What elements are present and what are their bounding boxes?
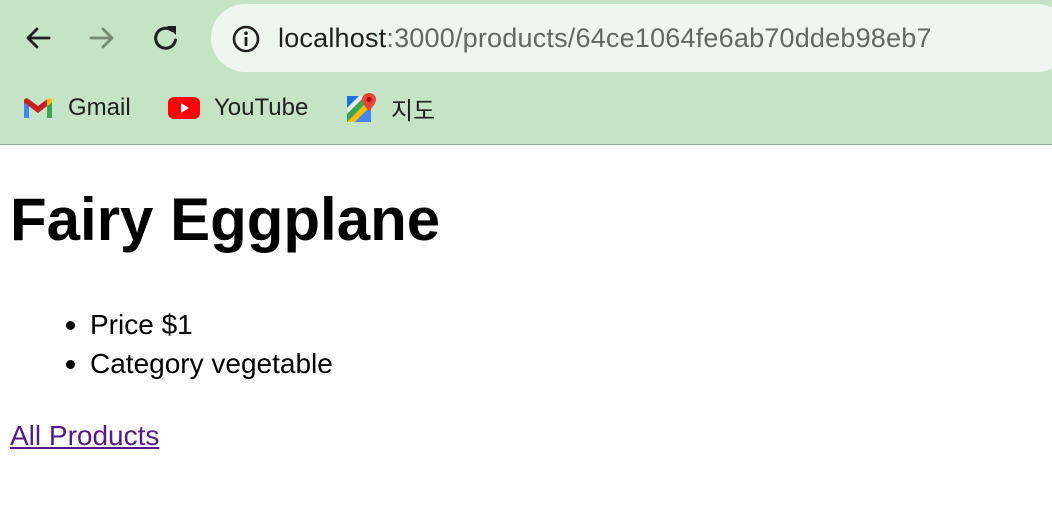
product-price: Price $1 (66, 305, 333, 344)
browser-toolbar: localhost:3000/products/64ce1064fe6ab70d… (0, 0, 1052, 145)
arrow-right-icon (89, 27, 114, 49)
url-host: localhost (278, 23, 387, 53)
bullet-icon (66, 321, 75, 330)
bookmark-label: Gmail (68, 94, 131, 121)
bookmark-youtube[interactable]: YouTube (168, 90, 308, 126)
url-text[interactable]: localhost:3000/products/64ce1064fe6ab70d… (278, 20, 932, 56)
product-title: Fairy Eggplane (10, 186, 441, 253)
page-content: Fairy Eggplane Price $1 Category vegetab… (0, 145, 1052, 512)
bullet-icon (66, 360, 75, 369)
all-products-link[interactable]: All Products (10, 416, 159, 456)
reload-button[interactable] (142, 14, 190, 62)
bookmark-gmail[interactable]: Gmail (22, 90, 131, 126)
address-bar[interactable]: localhost:3000/products/64ce1064fe6ab70d… (211, 4, 1052, 72)
back-button[interactable] (14, 14, 62, 62)
maps-icon (345, 92, 377, 124)
product-details-list: Price $1 Category vegetable (66, 305, 333, 383)
product-category-text: Category vegetable (90, 348, 333, 379)
arrow-left-icon (26, 27, 51, 49)
forward-button[interactable] (78, 14, 126, 62)
product-price-text: Price $1 (90, 309, 193, 340)
gmail-icon (22, 92, 54, 124)
reload-icon (154, 26, 177, 50)
youtube-icon (168, 92, 200, 124)
bookmark-label: 지도 (391, 97, 436, 125)
bookmark-maps[interactable]: 지도 (345, 90, 435, 126)
bookmark-label: YouTube (214, 94, 309, 121)
info-icon[interactable] (231, 24, 261, 54)
url-path: :3000/products/64ce1064fe6ab70ddeb98eb7 (386, 23, 932, 53)
product-category: Category vegetable (66, 344, 333, 383)
